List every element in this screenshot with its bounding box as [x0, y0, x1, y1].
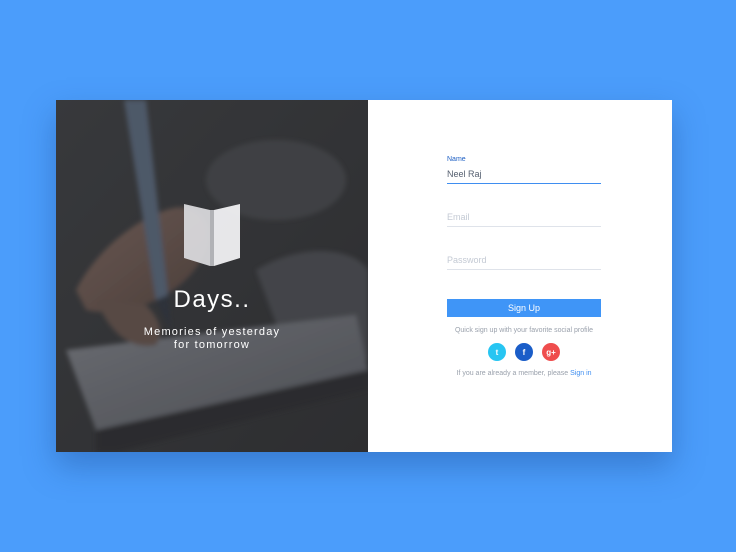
- google-plus-button[interactable]: g+: [542, 343, 560, 361]
- brand-block: Days.. Memories of yesterday for tomorro…: [56, 200, 368, 352]
- name-field-group: Name: [447, 156, 601, 184]
- sign-up-button[interactable]: Sign Up: [447, 299, 601, 317]
- member-text: If you are already a member, please: [456, 370, 569, 377]
- email-field-group: [447, 207, 601, 227]
- name-label: Name: [447, 156, 466, 163]
- twitter-icon: t: [495, 347, 499, 357]
- tagline-line-2: for tomorrow: [173, 339, 251, 351]
- google-plus-icon: g+: [546, 347, 556, 357]
- member-prompt: If you are already a member, please Sign…: [447, 370, 601, 377]
- signup-panel: Name Sign Up Quick sign up with your fav…: [368, 100, 672, 452]
- signup-form: Name Sign Up Quick sign up with your fav…: [447, 156, 601, 377]
- email-input[interactable]: [447, 208, 601, 227]
- book-icon: [184, 204, 240, 266]
- password-input[interactable]: [447, 251, 601, 270]
- hero-panel: Days.. Memories of yesterday for tomorro…: [56, 100, 368, 452]
- name-input[interactable]: [447, 165, 601, 184]
- facebook-button[interactable]: f: [515, 343, 533, 361]
- facebook-icon: f: [522, 347, 526, 357]
- social-buttons: t f g+: [447, 343, 601, 361]
- tagline: Memories of yesterday for tomorrow: [56, 326, 368, 352]
- social-hint: Quick sign up with your favorite social …: [454, 327, 594, 334]
- brand-title: Days..: [173, 286, 251, 313]
- signup-card: Days.. Memories of yesterday for tomorro…: [56, 100, 672, 452]
- password-field-group: [447, 250, 601, 270]
- tagline-line-1: Memories of yesterday: [143, 326, 281, 338]
- sign-in-link[interactable]: Sign in: [570, 370, 591, 377]
- twitter-button[interactable]: t: [488, 343, 506, 361]
